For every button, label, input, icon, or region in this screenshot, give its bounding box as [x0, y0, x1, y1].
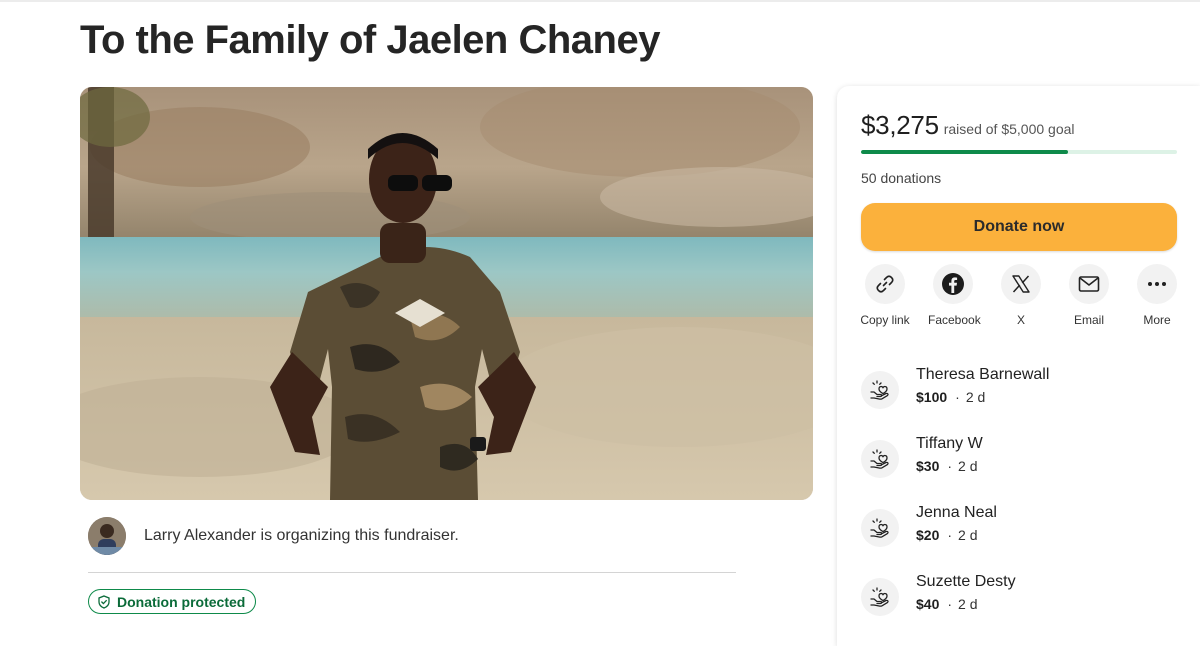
- donor-item: Theresa Barnewall $100 · 2 d: [861, 365, 1181, 421]
- donor-name: Theresa Barnewall: [916, 366, 1050, 383]
- donor-meta: $100 · 2 d: [916, 388, 1049, 406]
- heart-hand-icon: [870, 587, 889, 607]
- separator-dot: ·: [947, 527, 953, 543]
- donor-info: Jenna Neal $20 · 2 d: [916, 503, 997, 559]
- heart-hand-icon: [870, 380, 889, 400]
- donor-badge: [861, 578, 899, 616]
- donor-amount: $40: [916, 596, 940, 612]
- donor-amount: $30: [916, 458, 940, 474]
- donor-badge: [861, 440, 899, 478]
- section-divider: [88, 572, 736, 573]
- donor-meta: $40 · 2 d: [916, 595, 1016, 613]
- facebook-icon: [942, 273, 964, 295]
- donation-protected-badge[interactable]: Donation protected: [88, 589, 257, 614]
- page-title: To the Family of Jaelen Chaney: [80, 18, 660, 62]
- donor-badge: [861, 509, 899, 547]
- donor-item: Tiffany W $30 · 2 d: [861, 434, 1181, 490]
- heart-hand-icon: [870, 449, 889, 469]
- separator-dot: ·: [947, 596, 953, 612]
- hero-photo: [80, 87, 813, 500]
- link-icon: [876, 275, 894, 293]
- separator-dot: ·: [947, 458, 953, 474]
- raised-amount: $3,275: [861, 110, 939, 140]
- goal-text: raised of $5,000 goal: [943, 121, 1075, 137]
- email-icon: [1078, 276, 1100, 292]
- share-facebook[interactable]: Facebook: [919, 264, 987, 328]
- share-label: More: [1143, 313, 1171, 327]
- donation-protected-label: Donation protected: [117, 593, 246, 610]
- share-label: Facebook: [928, 313, 981, 327]
- donor-time: 2 d: [958, 596, 978, 612]
- donor-time: 2 d: [965, 389, 986, 405]
- donor-badge: [861, 371, 899, 409]
- share-x[interactable]: X: [987, 264, 1055, 328]
- donation-card: $3,275 raised of $5,000 goal 50 donation…: [837, 86, 1200, 646]
- donation-count: 50 donations: [861, 170, 942, 186]
- donor-time: 2 d: [958, 527, 978, 543]
- donor-amount: $100: [916, 389, 948, 405]
- donor-meta: $20 · 2 d: [916, 526, 997, 544]
- raised-summary: $3,275 raised of $5,000 goal: [861, 110, 1075, 141]
- donor-name: Suzette Desty: [916, 573, 1016, 590]
- donor-item: Jenna Neal $20 · 2 d: [861, 503, 1181, 559]
- progress-bar: [861, 150, 1177, 154]
- donor-name: Tiffany W: [916, 435, 983, 452]
- donor-info: Suzette Desty $40 · 2 d: [916, 572, 1016, 628]
- email-button[interactable]: [1069, 264, 1109, 304]
- donor-amount: $20: [916, 527, 940, 543]
- x-button[interactable]: [1001, 264, 1041, 304]
- donate-now-button[interactable]: Donate now: [861, 203, 1177, 251]
- organizer-avatar[interactable]: [88, 517, 126, 555]
- facebook-button[interactable]: [933, 264, 973, 304]
- more-button[interactable]: [1137, 264, 1177, 304]
- share-more[interactable]: More: [1123, 264, 1191, 328]
- share-email[interactable]: Email: [1055, 264, 1123, 328]
- organizer-row: Larry Alexander is organizing this fundr…: [88, 516, 738, 556]
- donor-name: Jenna Neal: [916, 504, 997, 521]
- donor-info: Theresa Barnewall $100 · 2 d: [916, 365, 1049, 421]
- organizer-text: Larry Alexander is organizing this fundr…: [144, 527, 459, 544]
- share-copy-link[interactable]: Copy link: [851, 264, 919, 328]
- share-label: X: [1016, 313, 1025, 327]
- progress-fill: [861, 150, 1068, 154]
- top-divider: [0, 0, 1200, 2]
- donor-time: 2 d: [958, 458, 978, 474]
- copy-link-button[interactable]: [865, 264, 905, 304]
- x-icon: [1012, 275, 1030, 293]
- donor-meta: $30 · 2 d: [916, 457, 983, 475]
- separator-dot: ·: [955, 389, 960, 405]
- more-icon: [1148, 282, 1166, 286]
- donor-info: Tiffany W $30 · 2 d: [916, 434, 983, 490]
- share-row: Copy link Facebook X Email More: [851, 264, 1191, 328]
- share-label: Email: [1073, 313, 1104, 327]
- donor-item: Suzette Desty $40 · 2 d: [861, 572, 1181, 628]
- hero-image[interactable]: [80, 87, 813, 500]
- shield-check-icon: [98, 594, 110, 609]
- heart-hand-icon: [870, 518, 889, 538]
- share-label: Copy link: [860, 313, 910, 327]
